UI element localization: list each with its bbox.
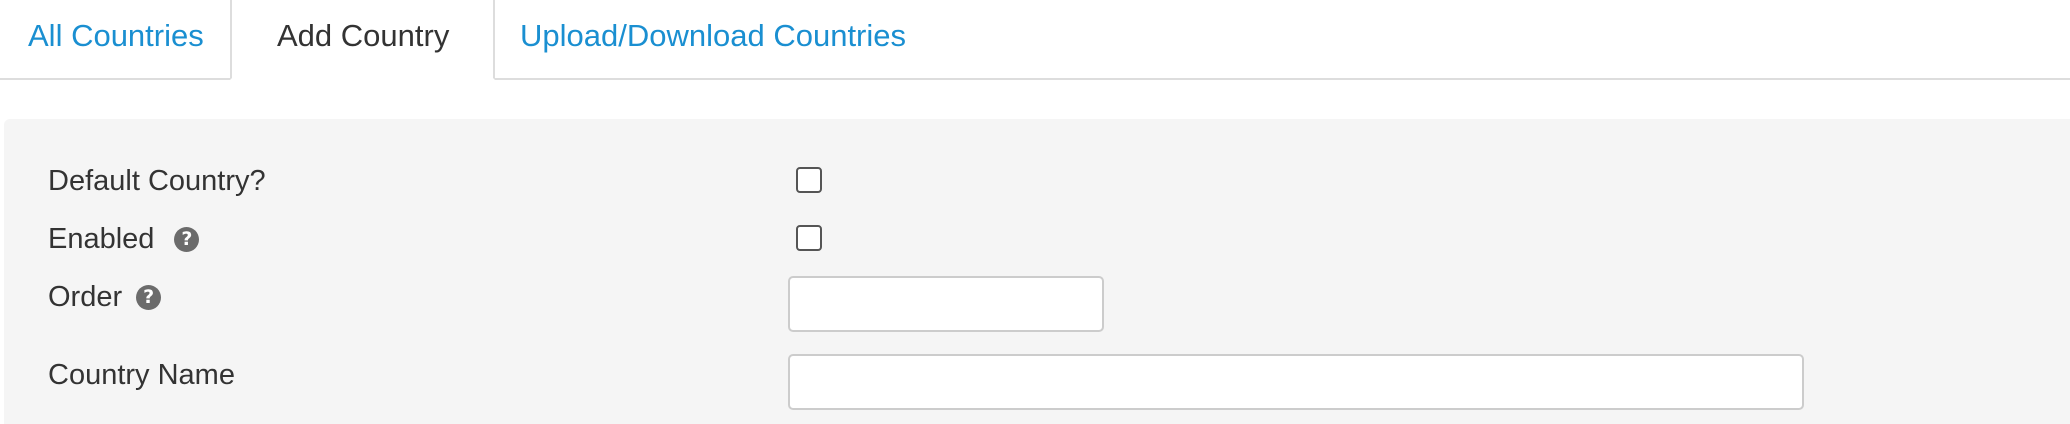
tab-upload-download-countries[interactable]: Upload/Download Countries xyxy=(520,0,906,80)
enabled-label: Enabled xyxy=(48,223,155,255)
country-name-label: Country Name xyxy=(48,359,235,391)
order-label-row: Order? xyxy=(48,281,162,314)
default-country-label: Default Country? xyxy=(48,165,266,197)
tab-all-countries[interactable]: All Countries xyxy=(28,0,204,80)
order-label: Order xyxy=(48,281,123,313)
add-country-form: Default Country? Enabled? Order? Country… xyxy=(4,119,2070,424)
country-name-input[interactable] xyxy=(788,354,1804,410)
order-input[interactable] xyxy=(788,276,1104,332)
enabled-label-row: Enabled? xyxy=(48,223,200,256)
tab-add-country[interactable]: Add Country xyxy=(230,0,495,80)
help-icon[interactable]: ? xyxy=(136,285,162,310)
enabled-checkbox[interactable] xyxy=(796,225,822,251)
help-icon[interactable]: ? xyxy=(174,227,200,252)
default-country-checkbox[interactable] xyxy=(796,167,822,193)
tab-bar: All Countries Add Country Upload/Downloa… xyxy=(0,0,2070,80)
